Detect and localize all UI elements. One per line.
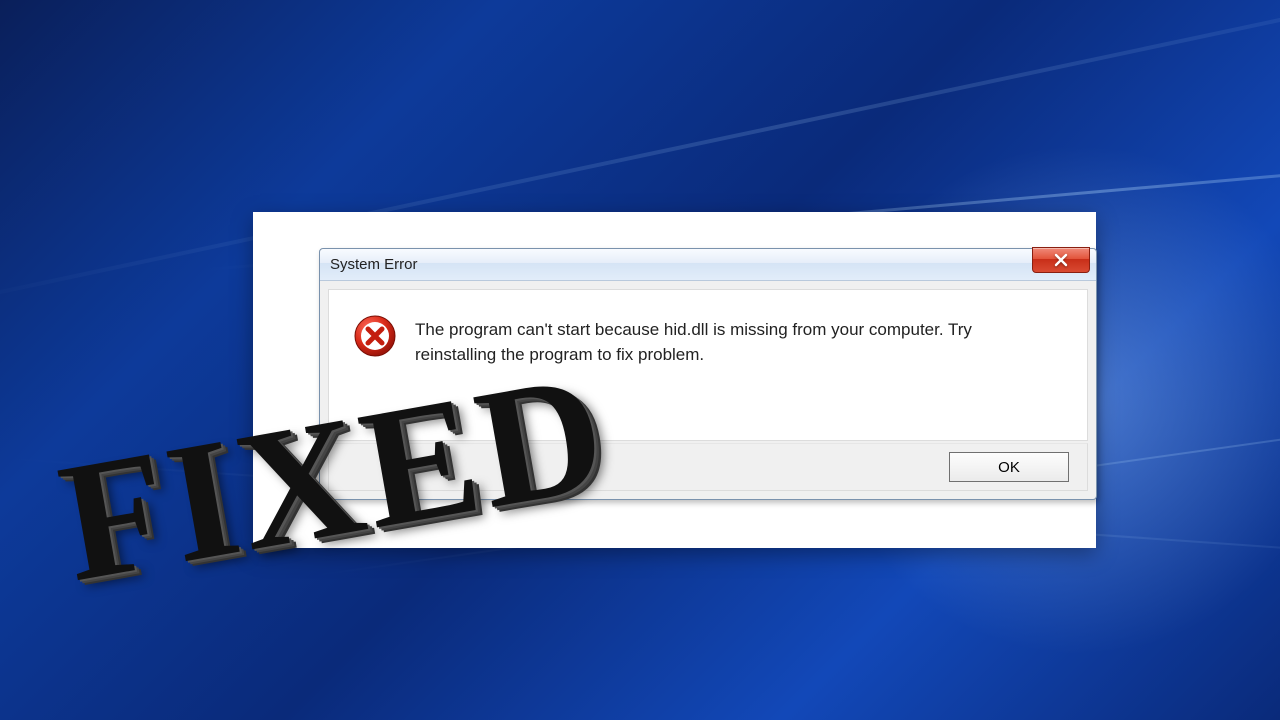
dialog-titlebar[interactable]: System Error	[320, 249, 1096, 281]
dialog-body: The program can't start because hid.dll …	[328, 289, 1088, 441]
ok-button-label: OK	[998, 459, 1020, 476]
dialog-message: The program can't start because hid.dll …	[415, 318, 975, 367]
close-icon	[1053, 253, 1069, 267]
error-dialog: System Error The program c	[319, 248, 1097, 500]
close-button[interactable]	[1032, 247, 1090, 273]
error-icon	[353, 314, 397, 358]
dialog-footer: OK	[328, 443, 1088, 491]
ok-button[interactable]: OK	[949, 452, 1069, 482]
dialog-title: System Error	[330, 256, 418, 273]
